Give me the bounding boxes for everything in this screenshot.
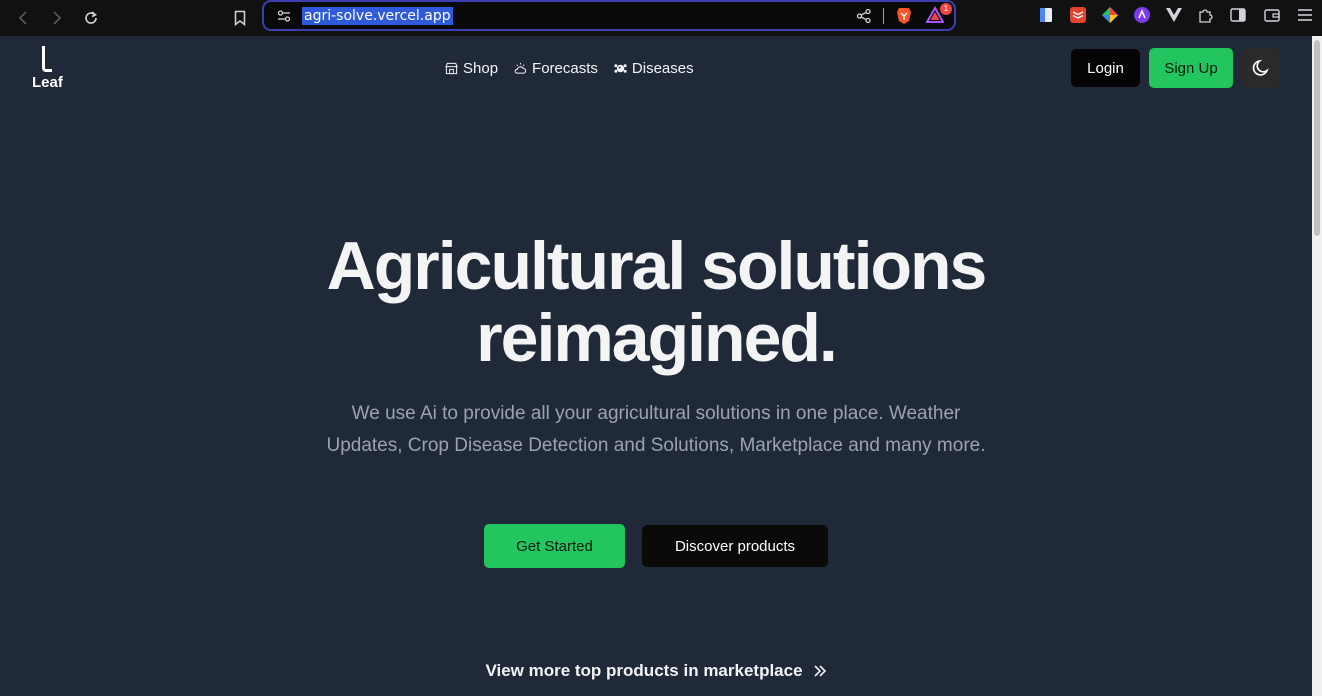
vue-devtools-icon[interactable] bbox=[1165, 6, 1183, 24]
virus-icon bbox=[614, 63, 627, 73]
double-chevron-right-icon bbox=[813, 665, 826, 677]
wallet-icon[interactable] bbox=[1263, 6, 1281, 24]
marketplace-link-label: View more top products in marketplace bbox=[485, 661, 803, 680]
nav-forecasts-label: Forecasts bbox=[532, 59, 598, 77]
forward-icon[interactable] bbox=[45, 6, 69, 30]
address-divider bbox=[883, 8, 884, 24]
moon-icon bbox=[1252, 59, 1269, 76]
nav-diseases-label: Diseases bbox=[631, 59, 694, 77]
discover-products-button[interactable]: Discover products bbox=[642, 525, 828, 567]
leaf-logo-icon bbox=[42, 46, 52, 72]
bookmark-icon[interactable] bbox=[228, 6, 252, 30]
address-bar[interactable]: agri-solve.vercel.app 1 bbox=[262, 0, 956, 31]
login-button[interactable]: Login bbox=[1071, 49, 1140, 87]
main-nav: Shop Forecasts Diseases bbox=[445, 58, 694, 78]
rewards-badge: 1 bbox=[940, 3, 952, 15]
scrollbar-thumb[interactable] bbox=[1314, 40, 1320, 236]
ai-extension-icon[interactable] bbox=[1133, 6, 1151, 24]
site-settings-icon[interactable] bbox=[276, 8, 292, 24]
page-scrollbar[interactable] bbox=[1312, 36, 1322, 696]
url-text[interactable]: agri-solve.vercel.app bbox=[302, 7, 453, 25]
logo-text: Leaf bbox=[32, 74, 63, 91]
theme-toggle-button[interactable] bbox=[1242, 48, 1280, 88]
docs-icon[interactable] bbox=[1037, 6, 1055, 24]
colorzilla-icon[interactable] bbox=[1101, 6, 1119, 24]
nav-forecasts[interactable]: Forecasts bbox=[514, 58, 598, 78]
nav-diseases[interactable]: Diseases bbox=[614, 58, 694, 78]
nav-shop-label: Shop bbox=[463, 59, 499, 77]
cloud-sun-icon bbox=[514, 62, 527, 74]
store-icon bbox=[445, 62, 458, 74]
hero-subtitle: We use Ai to provide all your agricultur… bbox=[326, 403, 986, 456]
hero-title-line-2: reimagined. bbox=[476, 300, 838, 376]
todoist-icon[interactable] bbox=[1069, 6, 1087, 24]
signup-button[interactable]: Sign Up bbox=[1149, 48, 1233, 88]
back-icon[interactable] bbox=[11, 6, 35, 30]
hero-title: Agricultural solutions reimagined. bbox=[0, 230, 1312, 374]
brave-shields-icon[interactable] bbox=[896, 7, 912, 25]
browser-toolbar: agri-solve.vercel.app 1 bbox=[0, 0, 1322, 36]
get-started-button[interactable]: Get Started bbox=[484, 524, 625, 568]
nav-shop[interactable]: Shop bbox=[445, 58, 498, 78]
share-icon[interactable] bbox=[856, 8, 872, 24]
menu-icon[interactable] bbox=[1296, 6, 1314, 24]
hero-title-line-1: Agricultural solutions bbox=[326, 228, 988, 304]
sidebar-icon[interactable] bbox=[1229, 6, 1247, 24]
reload-icon[interactable] bbox=[79, 6, 103, 30]
site-logo[interactable]: Leaf bbox=[30, 46, 70, 92]
puzzle-icon[interactable] bbox=[1197, 6, 1215, 24]
marketplace-link[interactable]: View more top products in marketplace bbox=[0, 661, 1312, 681]
